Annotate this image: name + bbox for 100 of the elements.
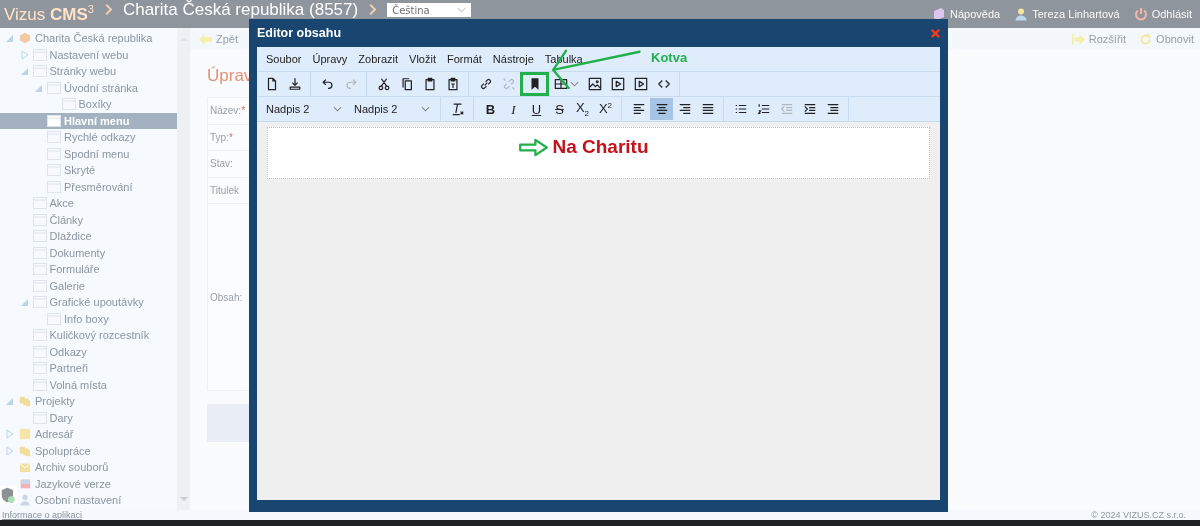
- field-label: Název:: [210, 105, 242, 117]
- tree-item[interactable]: Spodní menu: [47, 147, 130, 160]
- tree-item[interactable]: Charita Česká republika: [18, 32, 153, 45]
- tree-item[interactable]: Archiv souborů: [18, 461, 109, 474]
- tree-item[interactable]: Nastavení webu: [32, 48, 129, 61]
- tree-item[interactable]: Úvodní stránka: [47, 81, 138, 94]
- menu-item[interactable]: Nástroje: [492, 53, 534, 65]
- tree-item[interactable]: Dokumenty: [32, 246, 106, 259]
- tree-item[interactable]: Galerie: [32, 279, 85, 292]
- tree-item[interactable]: Volná místa: [32, 378, 107, 391]
- user-icon: [1014, 7, 1029, 21]
- power-icon: [1133, 7, 1148, 21]
- format-select[interactable]: Nadpis 2: [260, 103, 348, 115]
- tree-item[interactable]: Dary: [32, 411, 73, 424]
- tree-item[interactable]: Partneři: [32, 362, 89, 375]
- tree-item[interactable]: Spolupráce: [18, 444, 91, 457]
- page-icon: [32, 230, 47, 243]
- folders-icon: [18, 444, 32, 457]
- italic-button[interactable]: I: [502, 98, 525, 120]
- annotation-label: Kotva: [651, 50, 688, 65]
- folder-icon: [18, 428, 32, 441]
- flag-icon: [18, 477, 32, 490]
- menu-item[interactable]: Úpravy: [312, 53, 348, 65]
- content-heading: Na Charitu: [552, 136, 649, 158]
- page-icon: [32, 246, 47, 259]
- format-select[interactable]: Nadpis 2: [348, 103, 436, 115]
- tree-item[interactable]: Odkazy: [32, 345, 87, 358]
- chevron-icon: [368, 3, 378, 16]
- page-icon: [47, 147, 61, 160]
- back-button[interactable]: Zpět: [198, 32, 238, 46]
- field-label: Titulek: [210, 184, 240, 196]
- tree-item[interactable]: Přesměrování: [47, 180, 133, 193]
- tree-item[interactable]: Kuličkový rozcestník: [32, 329, 150, 342]
- field-label: Typ:: [210, 131, 229, 143]
- caret-icon: [421, 106, 430, 112]
- page-icon: [47, 164, 61, 177]
- caret-icon: [457, 7, 467, 13]
- tree-item[interactable]: Adresář: [18, 428, 74, 441]
- tree-item[interactable]: Jazykové verze: [18, 477, 111, 490]
- page-icon: [61, 98, 76, 111]
- page-icon: [32, 197, 47, 210]
- bookmark-button[interactable]: [520, 72, 549, 96]
- refresh-icon: [1138, 32, 1154, 46]
- tree-item[interactable]: Osobní nastavení: [18, 494, 122, 507]
- right-arrow-icon: [1070, 32, 1086, 46]
- envelope-icon: [18, 461, 32, 474]
- tree-item[interactable]: Skryté: [47, 164, 96, 177]
- cube-icon: [18, 32, 32, 45]
- strike-button[interactable]: S: [548, 98, 571, 120]
- app-info-link[interactable]: Informace o aplikaci: [2, 510, 83, 520]
- logo[interactable]: Vizus CMS$^{3}$: [4, 0, 94, 24]
- required-mark: *: [228, 131, 233, 143]
- tree-item[interactable]: Akce: [32, 197, 74, 210]
- page-icon: [32, 263, 47, 276]
- close-icon[interactable]: [930, 27, 941, 39]
- bold-button[interactable]: B: [479, 98, 502, 120]
- page-icon: [47, 114, 61, 127]
- tree-item[interactable]: Info boxy: [47, 312, 109, 325]
- field-label: Stav:: [210, 158, 233, 170]
- menu-item[interactable]: Zobrazit: [358, 53, 399, 65]
- page-icon: [32, 345, 47, 358]
- book-icon: [932, 7, 947, 21]
- tree-item[interactable]: Hlavní menu: [47, 114, 130, 127]
- page-icon: [32, 329, 47, 342]
- copyright: © 2024 VIZUS.CZ s.r.o.: [1091, 510, 1186, 520]
- language-select[interactable]: Čeština: [387, 3, 472, 17]
- tree-item[interactable]: Grafické upoutávky: [32, 296, 144, 309]
- page-icon: [47, 180, 61, 193]
- site-title: Charita Česká republika (8557): [122, 0, 359, 19]
- tree-item[interactable]: Formuláře: [32, 263, 100, 276]
- tree-item[interactable]: Stránky webu: [32, 65, 117, 78]
- script-button[interactable]: X$^{2}$: [594, 98, 617, 120]
- field-label: Obsah:: [210, 291, 243, 303]
- page-icon: [32, 213, 47, 226]
- expand-button[interactable]: Rozšířit: [1070, 32, 1127, 46]
- page-icon: [32, 411, 47, 424]
- folders-icon: [18, 395, 32, 408]
- user-icon: [18, 494, 32, 507]
- tree-item[interactable]: Boxíky: [61, 98, 112, 111]
- page-icon: [32, 362, 47, 375]
- tree-item[interactable]: Články: [32, 213, 84, 226]
- menu-item[interactable]: Vložit: [409, 53, 436, 65]
- underline-button[interactable]: U: [525, 98, 548, 120]
- page-icon: [47, 131, 61, 144]
- tree-item[interactable]: Projekty: [18, 395, 75, 408]
- caret-icon: [333, 106, 342, 112]
- refresh-button[interactable]: Obnovit: [1138, 32, 1194, 46]
- header-link[interactable]: Nápověda: [932, 7, 1001, 21]
- page-icon: [32, 378, 47, 391]
- header-link[interactable]: Tereza Linhartová: [1014, 7, 1120, 21]
- required-mark: *: [241, 105, 246, 117]
- script-button[interactable]: X$_{2}$: [571, 98, 594, 120]
- menu-item[interactable]: Formát: [447, 53, 482, 65]
- header-link[interactable]: Odhlásit: [1133, 7, 1192, 21]
- editor-content[interactable]: Na Charitu: [267, 127, 930, 179]
- page-icon: [32, 48, 47, 61]
- tree-item[interactable]: Dlaždice: [32, 230, 92, 243]
- page-icon: [32, 296, 47, 309]
- tree-item[interactable]: Rychlé odkazy: [47, 131, 136, 144]
- menu-item[interactable]: Soubor: [266, 53, 302, 65]
